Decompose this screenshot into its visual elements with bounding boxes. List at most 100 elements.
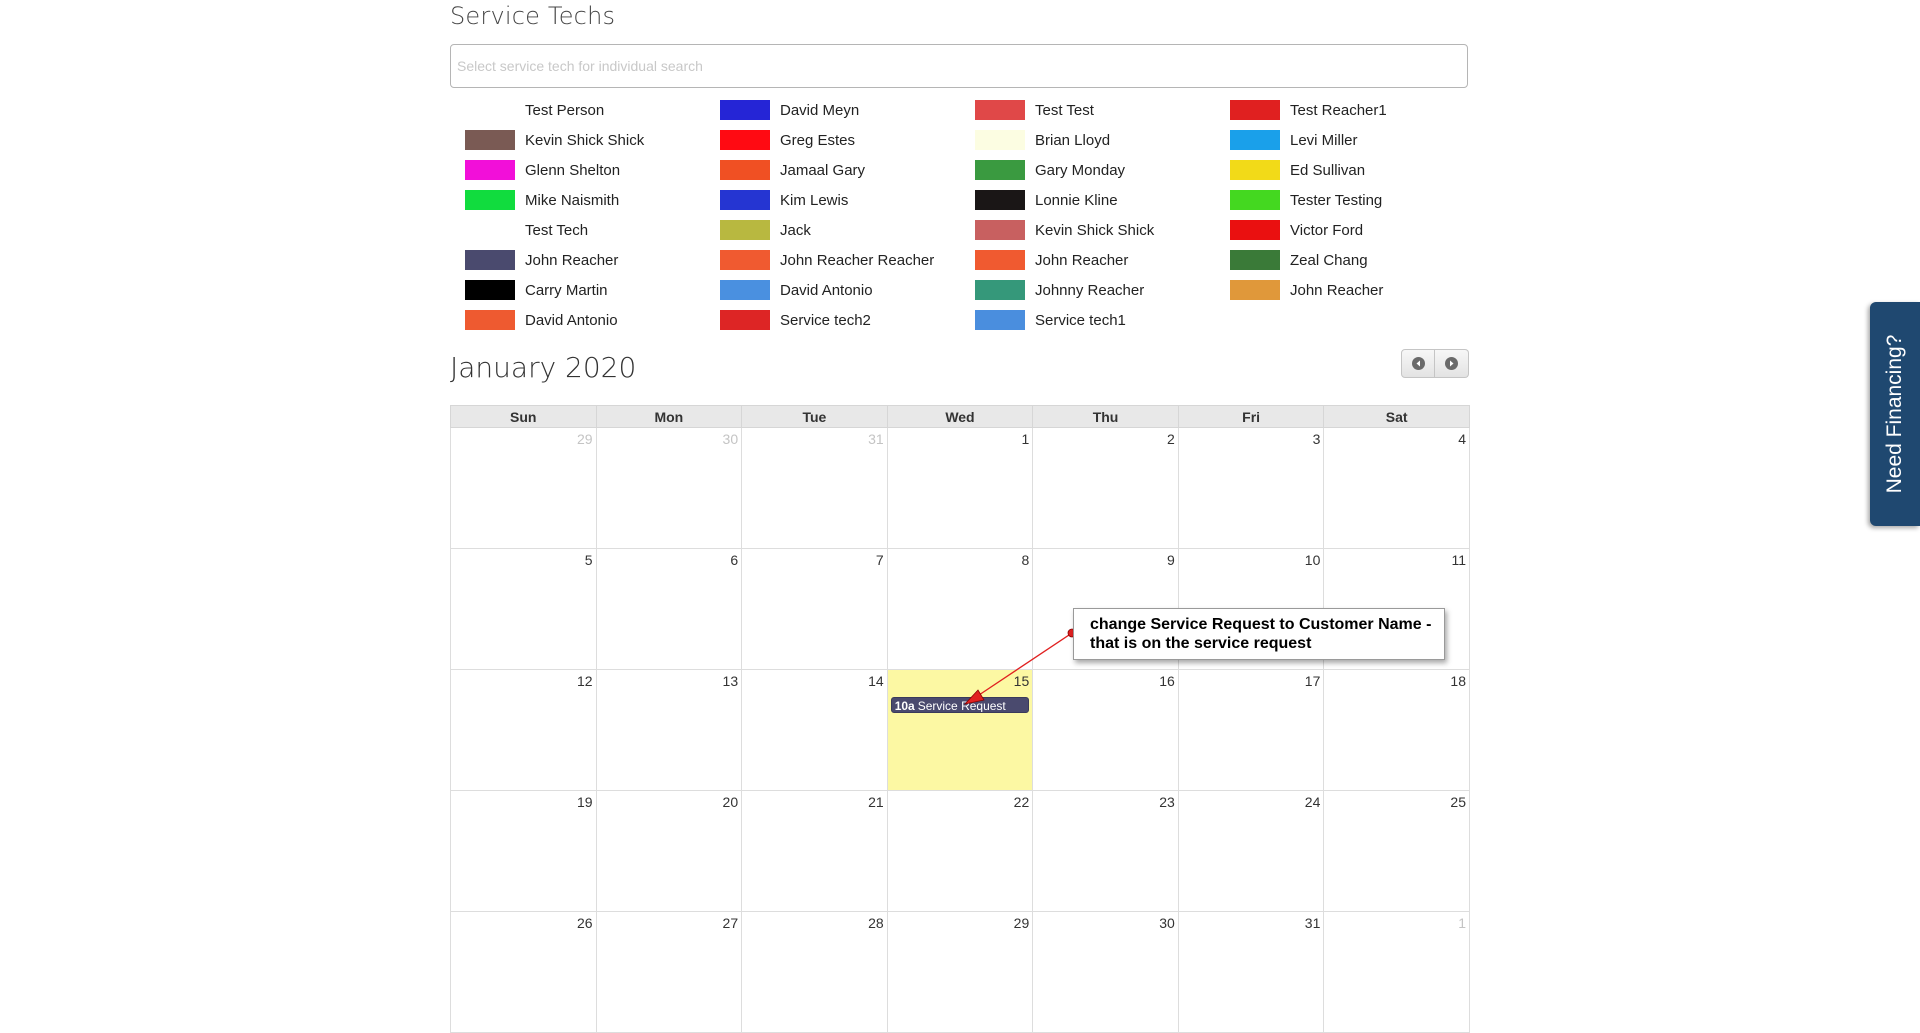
day-cell[interactable]: 3 (1177, 427, 1325, 549)
day-cell[interactable]: 1 (1323, 911, 1470, 1033)
tech-item[interactable]: Carry Martin (465, 275, 720, 305)
day-cell[interactable]: 25 (1323, 790, 1470, 912)
day-cell[interactable]: 22 (886, 790, 1034, 912)
day-number: 20 (722, 794, 739, 810)
day-number: 25 (1450, 794, 1466, 810)
tech-color-swatch (720, 280, 770, 300)
tech-item[interactable]: Service tech2 (720, 305, 975, 335)
day-cell[interactable]: 1 (886, 427, 1034, 549)
weekday-header: Wed (886, 405, 1034, 428)
tech-color-swatch (465, 250, 515, 270)
tech-color-swatch (1230, 220, 1280, 240)
calendar-event[interactable]: 10a Service Request (890, 697, 1030, 713)
day-cell[interactable]: 6 (595, 548, 743, 670)
tech-color-swatch (465, 310, 515, 330)
tech-name: Lonnie Kline (1035, 191, 1118, 209)
tech-color-swatch (975, 190, 1025, 210)
tech-color-swatch (720, 190, 770, 210)
tech-item[interactable]: Levi Miller (1230, 125, 1485, 155)
tech-item[interactable]: Greg Estes (720, 125, 975, 155)
tech-item[interactable]: John Reacher (975, 245, 1230, 275)
tech-color-swatch (975, 130, 1025, 150)
day-cell[interactable]: 30 (1032, 911, 1179, 1033)
tech-item[interactable]: Mike Naismith (465, 185, 720, 215)
tech-item[interactable]: John Reacher (1230, 275, 1485, 305)
day-cell[interactable]: 28 (741, 911, 888, 1033)
tech-item[interactable]: Brian Lloyd (975, 125, 1230, 155)
tech-item[interactable]: Gary Monday (975, 155, 1230, 185)
day-number: 10 (1304, 552, 1321, 568)
day-cell[interactable]: 15 10a Service Request (886, 669, 1034, 791)
tech-item[interactable]: Test Tech (465, 215, 720, 245)
tech-color-swatch (975, 160, 1025, 180)
tech-color-swatch (1230, 130, 1280, 150)
tech-item[interactable]: David Antonio (465, 305, 720, 335)
tech-item[interactable]: Kim Lewis (720, 185, 975, 215)
day-cell[interactable]: 30 (595, 427, 743, 549)
tech-color-swatch (720, 220, 770, 240)
day-cell[interactable]: 14 (741, 669, 888, 791)
tech-item[interactable]: Test Person (465, 95, 720, 125)
tech-name: Greg Estes (780, 131, 856, 149)
tech-item[interactable]: Jamaal Gary (720, 155, 975, 185)
day-number: 26 (576, 915, 593, 931)
day-cell[interactable]: 29 (886, 911, 1034, 1033)
tech-item[interactable]: David Antonio (720, 275, 975, 305)
tech-item[interactable]: Test Test (975, 95, 1230, 125)
day-cell[interactable]: 13 (595, 669, 743, 791)
week-row: 29 30 31 1 2 3 4 (450, 427, 1470, 549)
day-cell[interactable]: 17 (1177, 669, 1325, 791)
need-financing-tab[interactable]: Need Financing? (1870, 302, 1920, 526)
day-cell[interactable]: 18 (1323, 669, 1470, 791)
tech-color-swatch (465, 220, 515, 240)
tech-color-swatch (465, 190, 515, 210)
prev-month-button[interactable] (1401, 349, 1435, 378)
tech-item[interactable]: Test Reacher1 (1230, 95, 1485, 125)
tech-name: Mike Naismith (525, 191, 620, 209)
day-number: 23 (1159, 794, 1175, 810)
weekday-header: Mon (595, 405, 743, 428)
day-cell[interactable]: 27 (595, 911, 743, 1033)
day-cell[interactable]: 2 (1032, 427, 1179, 549)
tech-item[interactable]: Lonnie Kline (975, 185, 1230, 215)
day-cell[interactable]: 23 (1032, 790, 1179, 912)
day-cell[interactable]: 12 (450, 669, 597, 791)
tech-search-input[interactable] (450, 44, 1468, 88)
week-row: 26 27 28 29 30 31 1 (450, 911, 1470, 1033)
service-techs-title: Service Techs (450, 2, 616, 30)
tech-item[interactable]: Victor Ford (1230, 215, 1485, 245)
day-cell[interactable]: 8 (886, 548, 1034, 670)
tech-color-swatch (720, 130, 770, 150)
day-cell[interactable]: 7 (741, 548, 888, 670)
tech-color-swatch (1230, 190, 1280, 210)
tech-item[interactable]: Glenn Shelton (465, 155, 720, 185)
tech-item[interactable]: Kevin Shick Shick (465, 125, 720, 155)
day-cell[interactable]: 16 (1032, 669, 1179, 791)
day-number: 16 (1159, 673, 1175, 689)
tech-item[interactable]: Johnny Reacher (975, 275, 1230, 305)
day-cell[interactable]: 31 (1177, 911, 1325, 1033)
tech-item[interactable]: John Reacher Reacher (720, 245, 975, 275)
tech-color-swatch (975, 280, 1025, 300)
tech-item[interactable]: Tester Testing (1230, 185, 1485, 215)
day-cell[interactable]: 29 (450, 427, 597, 549)
day-cell[interactable]: 21 (741, 790, 888, 912)
tech-item[interactable]: Kevin Shick Shick (975, 215, 1230, 245)
tech-item[interactable]: Service tech1 (975, 305, 1230, 335)
day-cell[interactable]: 19 (450, 790, 597, 912)
next-month-button[interactable] (1435, 349, 1469, 378)
day-cell[interactable]: 4 (1323, 427, 1470, 549)
tech-item[interactable]: Zeal Chang (1230, 245, 1485, 275)
day-cell[interactable]: 20 (595, 790, 743, 912)
day-cell[interactable]: 5 (450, 548, 597, 670)
day-cell[interactable]: 31 (741, 427, 888, 549)
tech-item[interactable]: Jack (720, 215, 975, 245)
tech-item[interactable]: Ed Sullivan (1230, 155, 1485, 185)
weekday-header: Thu (1032, 405, 1179, 428)
day-cell[interactable]: 26 (450, 911, 597, 1033)
tech-color-swatch (975, 310, 1025, 330)
tech-item[interactable]: David Meyn (720, 95, 975, 125)
tech-item[interactable]: John Reacher (465, 245, 720, 275)
day-cell[interactable]: 24 (1177, 790, 1325, 912)
tech-name: Test Tech (525, 221, 589, 239)
